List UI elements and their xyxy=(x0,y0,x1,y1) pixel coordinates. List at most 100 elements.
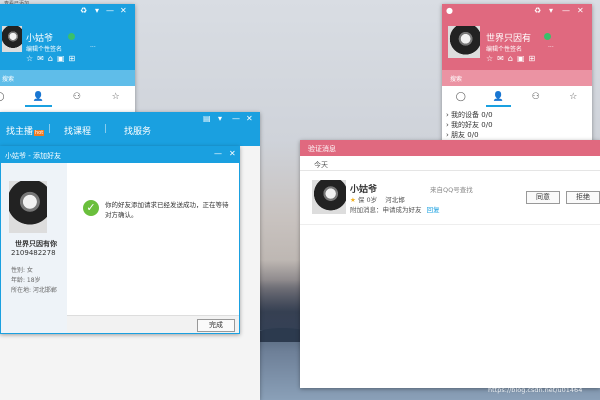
done-button[interactable]: 完成 xyxy=(197,319,235,332)
feedback-icon[interactable]: ▤ xyxy=(203,115,211,123)
minimize-icon[interactable]: — xyxy=(232,115,240,123)
hot-badge: hot xyxy=(34,130,45,136)
request-note: 附加消息：申请成为好友 回复 xyxy=(350,204,440,214)
online-status-icon[interactable] xyxy=(68,33,75,40)
add-friend-dialog: 小姑爷 - 添加好友 — ✕ 世界只因有你 2109482278 性别: 女 年… xyxy=(0,146,240,334)
avatar[interactable] xyxy=(448,26,480,58)
close-icon[interactable]: ✕ xyxy=(229,150,236,158)
close-icon[interactable]: ✕ xyxy=(120,7,127,15)
watermark: https://blog.csdn.net/u01464 xyxy=(488,386,583,394)
more-label: ... xyxy=(90,42,96,49)
reply-link[interactable]: 回复 xyxy=(427,206,440,214)
group-row[interactable]: › 我的好友 0/0 xyxy=(446,120,493,130)
requester-location: 河北邯 xyxy=(385,196,405,204)
requester-meta: ★ 保 0岁 河北邯 xyxy=(350,194,405,204)
verify-titlebar: 验证消息 xyxy=(300,140,600,156)
avatar[interactable] xyxy=(2,26,22,52)
agree-button[interactable]: 同意 xyxy=(526,191,560,204)
star-icon[interactable]: ☆ xyxy=(486,54,497,63)
note-text: 申请成为好友 xyxy=(382,206,422,214)
date-header: 今天 xyxy=(314,161,328,169)
requester-age: 0岁 xyxy=(366,196,378,204)
grid-icon[interactable]: ⊞ xyxy=(529,54,540,63)
shirt-icon[interactable]: ▾ xyxy=(218,115,222,123)
shirt-icon[interactable]: ▾ xyxy=(95,7,99,15)
tab-find-streamer[interactable]: 找主播 hot xyxy=(6,124,45,137)
mail-icon[interactable]: ✉ xyxy=(37,54,48,63)
friend-qq: 2109482278 xyxy=(11,249,56,257)
friend-avatar xyxy=(9,181,47,233)
online-status-icon[interactable] xyxy=(544,33,551,40)
tab-messages[interactable]: ◯ xyxy=(442,92,480,102)
group-row[interactable]: › 我的设备 0/0 xyxy=(446,110,493,120)
tab-contacts[interactable]: 👤 xyxy=(480,92,518,107)
wallet-icon[interactable]: ▣ xyxy=(57,54,69,63)
qq-main-panel-right: ● ♻ ▾ — ✕ 世界只因有 编辑个性签名 ... ☆✉⌂▣⊞ 搜索 ◯ 👤 … xyxy=(442,4,592,154)
toolbar-icons: ☆✉⌂▣⊞ xyxy=(486,54,539,63)
friend-gender: 性别: 女 xyxy=(11,267,33,274)
skin-icon[interactable]: ♻ xyxy=(534,7,541,15)
divider xyxy=(300,170,600,171)
divider xyxy=(300,224,600,225)
search-bar[interactable]: 搜索 xyxy=(0,70,135,86)
minimize-icon[interactable]: — xyxy=(562,7,570,15)
mail-icon[interactable]: ✉ xyxy=(497,54,508,63)
success-message: 你的好友添加请求已经发送成功，正在等待对方确认。 xyxy=(105,201,229,219)
search-label: 搜索 xyxy=(450,76,463,83)
dialog-title: 小姑爷 - 添加好友 xyxy=(5,152,61,160)
group-label: 朋友 xyxy=(451,131,466,139)
tab-find-course[interactable]: 找课程 xyxy=(64,124,91,137)
search-label: 搜索 xyxy=(2,76,15,83)
tab-separator: | xyxy=(104,124,108,134)
requester-avatar[interactable] xyxy=(312,180,346,214)
success-check-icon: ✓ xyxy=(83,200,99,216)
group-row[interactable]: › 朋友 0/0 xyxy=(446,130,493,140)
star-icon[interactable]: ☆ xyxy=(26,54,37,63)
profile-sidebar: 世界只因有你 2109482278 性别: 女 年龄: 18岁 所在地: 河北邯… xyxy=(1,163,67,333)
wallet-icon[interactable]: ▣ xyxy=(517,54,529,63)
qq-logo-icon: ● xyxy=(446,6,453,15)
close-icon[interactable]: ✕ xyxy=(577,7,584,15)
grid-icon[interactable]: ⊞ xyxy=(69,54,80,63)
minimize-icon[interactable]: — xyxy=(214,150,222,158)
qq-left-header: ♻ ▾ — ✕ 小姑爷 编辑个性签名 ... ☆✉⌂▣⊞ xyxy=(0,4,135,70)
space-icon[interactable]: ⌂ xyxy=(48,54,57,63)
search-bar[interactable]: 搜索 xyxy=(442,70,592,86)
nickname[interactable]: 世界只因有 xyxy=(486,31,531,44)
tab-favorites[interactable]: ☆ xyxy=(555,92,593,102)
signature[interactable]: 编辑个性签名 xyxy=(26,44,62,53)
requester-gender: 保 xyxy=(357,196,365,204)
friend-name: 世界只因有你 xyxy=(15,240,57,248)
contact-groups: › 我的设备 0/0 › 我的好友 0/0 › 朋友 0/0 xyxy=(446,110,493,140)
group-count: 0/0 xyxy=(467,131,479,139)
shirt-icon[interactable]: ▾ xyxy=(549,7,553,15)
signature[interactable]: 编辑个性签名 xyxy=(486,44,522,53)
skin-icon[interactable]: ♻ xyxy=(80,7,87,15)
friend-age: 年龄: 18岁 xyxy=(11,277,41,284)
qq-right-header: ● ♻ ▾ — ✕ 世界只因有 编辑个性签名 ... ☆✉⌂▣⊞ xyxy=(442,4,592,70)
tab-contacts[interactable]: 👤 xyxy=(19,92,58,107)
space-icon[interactable]: ⌂ xyxy=(508,54,517,63)
toolbar-icons: ☆✉⌂▣⊞ xyxy=(26,54,79,63)
tab-find-service[interactable]: 找服务 xyxy=(124,124,151,137)
main-tabs: ◯ 👤 ⚇ ☆ xyxy=(0,92,135,107)
close-icon[interactable]: ✕ xyxy=(246,115,253,123)
group-count: 0/0 xyxy=(481,121,493,129)
reject-button[interactable]: 拒绝 xyxy=(566,191,600,204)
tab-messages[interactable]: ◯ xyxy=(0,92,19,102)
request-source: 来自QQ号查找 xyxy=(430,186,473,194)
tab-groups[interactable]: ⚇ xyxy=(517,92,555,102)
minimize-icon[interactable]: — xyxy=(106,7,114,15)
more-label: ... xyxy=(548,42,554,49)
tab-favorites[interactable]: ☆ xyxy=(96,92,135,102)
tab-separator: | xyxy=(48,124,52,134)
main-tabs: ◯ 👤 ⚇ ☆ xyxy=(442,92,593,107)
find-header: ▤ ▾ — ✕ 找主播 hot | 找课程 | 找服务 xyxy=(0,112,260,146)
verify-title: 验证消息 xyxy=(308,145,336,153)
verify-message-window: 验证消息 今天 小姑爷 ★ 保 0岁 河北邯 来自QQ号查找 附加消息：申请成为… xyxy=(300,140,600,388)
tab-label: 找主播 xyxy=(6,127,34,137)
add-friend-titlebar: 小姑爷 - 添加好友 — ✕ xyxy=(1,147,239,163)
tab-groups[interactable]: ⚇ xyxy=(58,92,97,102)
nickname[interactable]: 小姑爷 xyxy=(26,31,53,44)
group-label: 我的好友 xyxy=(451,121,480,129)
